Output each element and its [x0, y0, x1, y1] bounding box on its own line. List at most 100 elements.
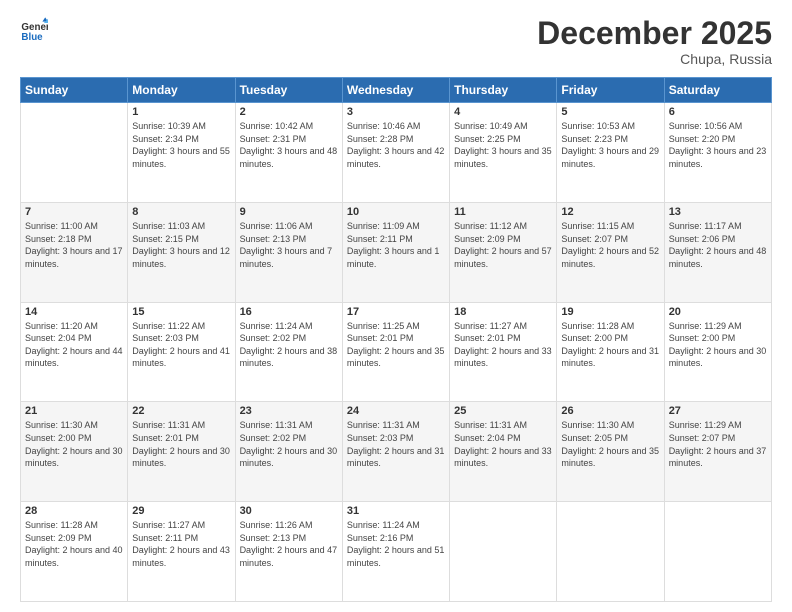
day-number: 31	[347, 505, 445, 517]
day-number: 8	[132, 206, 230, 218]
logo: General Blue	[20, 16, 48, 44]
day-detail: Sunrise: 11:17 AMSunset: 2:06 PMDaylight…	[669, 220, 767, 270]
table-row: 5Sunrise: 10:53 AMSunset: 2:23 PMDayligh…	[557, 103, 664, 203]
day-detail: Sunrise: 11:09 AMSunset: 2:11 PMDaylight…	[347, 220, 445, 270]
calendar-week-row: 14Sunrise: 11:20 AMSunset: 2:04 PMDaylig…	[21, 302, 772, 402]
day-number: 20	[669, 306, 767, 318]
day-detail: Sunrise: 11:24 AMSunset: 2:02 PMDaylight…	[240, 320, 338, 370]
table-row: 17 Sunrise: 11:25 AMSunset: 2:01 PMDaylig…	[342, 302, 449, 402]
day-number: 13	[669, 206, 767, 218]
day-detail: Sunrise: 11:24 AMSunset: 2:16 PMDaylight…	[347, 519, 445, 569]
col-saturday: Saturday	[664, 78, 771, 103]
day-number: 19	[561, 306, 659, 318]
table-row: 21 Sunrise: 11:30 AMSunset: 2:00 PMDaylig…	[21, 402, 128, 502]
day-detail: Sunrise: 11:30 AMSunset: 2:05 PMDaylight…	[561, 419, 659, 469]
table-row: 27 Sunrise: 11:29 AMSunset: 2:07 PMDaylig…	[664, 402, 771, 502]
day-detail: Sunrise: 11:15 AMSunset: 2:07 PMDaylight…	[561, 220, 659, 270]
table-row: 24 Sunrise: 11:31 AMSunset: 2:03 PMDaylig…	[342, 402, 449, 502]
day-detail: Sunrise: 11:20 AMSunset: 2:04 PMDaylight…	[25, 320, 123, 370]
day-number: 18	[454, 306, 552, 318]
day-detail: Sunrise: 11:29 AMSunset: 2:00 PMDaylight…	[669, 320, 767, 370]
day-number: 28	[25, 505, 123, 517]
day-number: 29	[132, 505, 230, 517]
table-row: 9 Sunrise: 11:06 AMSunset: 2:13 PMDayligh…	[235, 202, 342, 302]
day-detail: Sunrise: 11:31 AMSunset: 2:04 PMDaylight…	[454, 419, 552, 469]
day-detail: Sunrise: 11:27 AMSunset: 2:01 PMDaylight…	[454, 320, 552, 370]
table-row: 2Sunrise: 10:42 AMSunset: 2:31 PMDayligh…	[235, 103, 342, 203]
day-detail: Sunrise: 10:42 AMSunset: 2:31 PMDaylight…	[240, 120, 338, 170]
day-number: 3	[347, 106, 445, 118]
day-number: 6	[669, 106, 767, 118]
table-row: 16 Sunrise: 11:24 AMSunset: 2:02 PMDaylig…	[235, 302, 342, 402]
day-number: 4	[454, 106, 552, 118]
day-detail: Sunrise: 11:31 AMSunset: 2:03 PMDaylight…	[347, 419, 445, 469]
day-number: 17	[347, 306, 445, 318]
calendar-week-row: 28 Sunrise: 11:28 AMSunset: 2:09 PMDaylig…	[21, 502, 772, 602]
day-detail: Sunrise: 11:28 AMSunset: 2:09 PMDaylight…	[25, 519, 123, 569]
day-number: 26	[561, 405, 659, 417]
table-row: 1Sunrise: 10:39 AMSunset: 2:34 PMDayligh…	[128, 103, 235, 203]
day-number: 12	[561, 206, 659, 218]
day-number: 27	[669, 405, 767, 417]
day-number: 21	[25, 405, 123, 417]
table-row: 14Sunrise: 11:20 AMSunset: 2:04 PMDaylig…	[21, 302, 128, 402]
table-row: 22 Sunrise: 11:31 AMSunset: 2:01 PMDaylig…	[128, 402, 235, 502]
day-detail: Sunrise: 11:25 AMSunset: 2:01 PMDaylight…	[347, 320, 445, 370]
header: General Blue December 2025 Chupa, Russia	[20, 16, 772, 67]
table-row: 11Sunrise: 11:12 AMSunset: 2:09 PMDaylig…	[450, 202, 557, 302]
table-row: 4 Sunrise: 10:49 AMSunset: 2:25 PMDayligh…	[450, 103, 557, 203]
table-row: 29 Sunrise: 11:27 AMSunset: 2:11 PMDaylig…	[128, 502, 235, 602]
calendar-week-row: 7 Sunrise: 11:00 AMSunset: 2:18 PMDayligh…	[21, 202, 772, 302]
col-monday: Monday	[128, 78, 235, 103]
table-row: 3 Sunrise: 10:46 AMSunset: 2:28 PMDayligh…	[342, 103, 449, 203]
location: Chupa, Russia	[537, 51, 772, 67]
col-wednesday: Wednesday	[342, 78, 449, 103]
day-number: 15	[132, 306, 230, 318]
table-row: 30Sunrise: 11:26 AMSunset: 2:13 PMDaylig…	[235, 502, 342, 602]
col-tuesday: Tuesday	[235, 78, 342, 103]
table-row	[664, 502, 771, 602]
day-number: 10	[347, 206, 445, 218]
table-row: 25Sunrise: 11:31 AMSunset: 2:04 PMDaylig…	[450, 402, 557, 502]
day-number: 22	[132, 405, 230, 417]
day-detail: Sunrise: 11:12 AMSunset: 2:09 PMDaylight…	[454, 220, 552, 270]
day-detail: Sunrise: 11:06 AMSunset: 2:13 PMDaylight…	[240, 220, 338, 270]
day-detail: Sunrise: 11:31 AMSunset: 2:02 PMDaylight…	[240, 419, 338, 469]
day-number: 9	[240, 206, 338, 218]
day-number: 30	[240, 505, 338, 517]
header-row: Sunday Monday Tuesday Wednesday Thursday…	[21, 78, 772, 103]
day-detail: Sunrise: 10:39 AMSunset: 2:34 PMDaylight…	[132, 120, 230, 170]
table-row: 8 Sunrise: 11:03 AMSunset: 2:15 PMDayligh…	[128, 202, 235, 302]
table-row: 19Sunrise: 11:28 AMSunset: 2:00 PMDaylig…	[557, 302, 664, 402]
table-row: 10 Sunrise: 11:09 AMSunset: 2:11 PMDaylig…	[342, 202, 449, 302]
day-detail: Sunrise: 10:56 AMSunset: 2:20 PMDaylight…	[669, 120, 767, 170]
table-row: 13 Sunrise: 11:17 AMSunset: 2:06 PMDaylig…	[664, 202, 771, 302]
table-row: 26 Sunrise: 11:30 AMSunset: 2:05 PMDaylig…	[557, 402, 664, 502]
table-row: 28 Sunrise: 11:28 AMSunset: 2:09 PMDaylig…	[21, 502, 128, 602]
table-row	[450, 502, 557, 602]
day-detail: Sunrise: 11:03 AMSunset: 2:15 PMDaylight…	[132, 220, 230, 270]
day-detail: Sunrise: 11:27 AMSunset: 2:11 PMDaylight…	[132, 519, 230, 569]
month-title: December 2025	[537, 16, 772, 51]
calendar-week-row: 21 Sunrise: 11:30 AMSunset: 2:00 PMDaylig…	[21, 402, 772, 502]
table-row: 20 Sunrise: 11:29 AMSunset: 2:00 PMDaylig…	[664, 302, 771, 402]
day-detail: Sunrise: 11:29 AMSunset: 2:07 PMDaylight…	[669, 419, 767, 469]
col-thursday: Thursday	[450, 78, 557, 103]
title-block: December 2025 Chupa, Russia	[537, 16, 772, 67]
page: General Blue December 2025 Chupa, Russia…	[0, 0, 792, 612]
day-detail: Sunrise: 10:46 AMSunset: 2:28 PMDaylight…	[347, 120, 445, 170]
table-row: 12 Sunrise: 11:15 AMSunset: 2:07 PMDaylig…	[557, 202, 664, 302]
day-number: 7	[25, 206, 123, 218]
day-number: 16	[240, 306, 338, 318]
day-detail: Sunrise: 10:49 AMSunset: 2:25 PMDaylight…	[454, 120, 552, 170]
day-detail: Sunrise: 11:30 AMSunset: 2:00 PMDaylight…	[25, 419, 123, 469]
calendar-table: Sunday Monday Tuesday Wednesday Thursday…	[20, 77, 772, 602]
day-number: 24	[347, 405, 445, 417]
day-detail: Sunrise: 11:22 AMSunset: 2:03 PMDaylight…	[132, 320, 230, 370]
col-sunday: Sunday	[21, 78, 128, 103]
day-detail: Sunrise: 11:00 AMSunset: 2:18 PMDaylight…	[25, 220, 123, 270]
day-detail: Sunrise: 11:31 AMSunset: 2:01 PMDaylight…	[132, 419, 230, 469]
table-row: 6 Sunrise: 10:56 AMSunset: 2:20 PMDayligh…	[664, 103, 771, 203]
table-row	[21, 103, 128, 203]
col-friday: Friday	[557, 78, 664, 103]
